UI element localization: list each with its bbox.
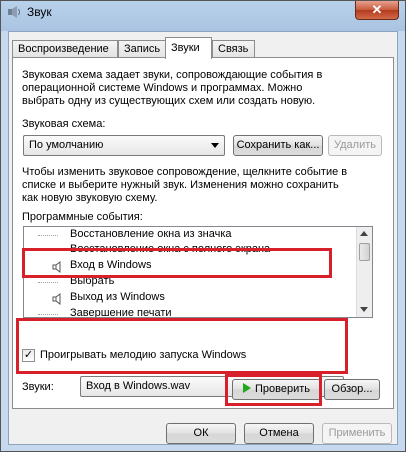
- scroll-down-arrow-icon[interactable]: [360, 307, 368, 312]
- list-item[interactable]: Восстановление окна с полного экрана: [24, 242, 356, 259]
- save-as-button[interactable]: Сохранить как...: [233, 135, 323, 156]
- ok-button[interactable]: ОК: [166, 423, 236, 444]
- scroll-up-arrow-icon[interactable]: [360, 231, 368, 236]
- list-item[interactable]: Выход из Windows: [24, 290, 356, 307]
- title-bar[interactable]: Звук ✕: [1, 1, 405, 25]
- events-hint-line-3: как новую звуковую схему.: [22, 192, 158, 204]
- tab-communications[interactable]: Связь: [212, 40, 255, 58]
- speaker-icon: [52, 261, 61, 273]
- sound-file-value: Вход в Windows.wav: [86, 380, 191, 392]
- scheme-select[interactable]: По умолчанию: [23, 135, 225, 156]
- program-events-list[interactable]: Восстановление окна из значка Восстановл…: [23, 226, 373, 318]
- browse-button[interactable]: Обзор...: [324, 379, 380, 400]
- test-button-label: Проверить: [254, 383, 310, 395]
- startup-sound-checkbox[interactable]: ✓: [22, 349, 35, 362]
- list-item-selected[interactable]: Вход в Windows: [24, 258, 356, 275]
- tab-sounds[interactable]: Звуки: [165, 37, 212, 59]
- speaker-icon: [52, 293, 61, 305]
- startup-sound-label: Проигрывать мелодию запуска Windows: [40, 349, 247, 361]
- sound-dialog: Звук ✕ Воспроизведение Запись Звуки Связ…: [0, 0, 406, 452]
- scheme-description-line-3: выбрать одну из существующих схем или со…: [22, 95, 316, 107]
- test-button[interactable]: Проверить: [232, 379, 321, 400]
- cancel-button[interactable]: Отмена: [244, 423, 314, 444]
- list-item[interactable]: Завершение печати: [24, 306, 356, 318]
- tree-connector: [38, 282, 58, 283]
- play-icon: [242, 383, 251, 393]
- sounds-label: Звуки:: [22, 381, 54, 393]
- list-scrollbar[interactable]: [356, 227, 372, 317]
- tree-connector: [38, 235, 58, 236]
- apply-button[interactable]: Применить: [322, 423, 392, 444]
- list-item-label: Выход из Windows: [70, 291, 165, 303]
- scheme-select-value: По умолчанию: [29, 139, 104, 151]
- scrollbar-thumb[interactable]: [359, 243, 370, 261]
- scheme-description-line-1: Звуковая схема задает звуки, сопровождаю…: [22, 69, 323, 81]
- list-item-label: Вход в Windows: [70, 259, 152, 271]
- scheme-label: Звуковая схема:: [22, 118, 106, 130]
- tree-connector: [38, 250, 58, 251]
- list-item-label: Восстановление окна с полного экрана: [70, 243, 271, 255]
- events-hint-line-2: списке и выберите нужный звук. Изменения…: [22, 179, 339, 191]
- dialog-client: Воспроизведение Запись Звуки Связь Звуко…: [8, 31, 398, 445]
- window-title: Звук: [27, 5, 52, 19]
- chevron-down-icon: [211, 143, 219, 148]
- events-hint-line-1: Чтобы изменить звуковое сопровождение, щ…: [22, 166, 348, 178]
- close-button[interactable]: ✕: [355, 1, 399, 20]
- program-events-label: Программные события:: [22, 211, 143, 223]
- delete-button[interactable]: Удалить: [328, 135, 382, 156]
- list-item-label: Выбрать: [70, 275, 115, 287]
- sounds-tab-panel: Звуковая схема задает звуки, сопровождаю…: [12, 57, 394, 409]
- tab-recording[interactable]: Запись: [118, 40, 166, 58]
- list-item-label: Восстановление окна из значка: [70, 228, 232, 240]
- speaker-icon: [8, 6, 20, 18]
- scheme-description-line-2: операционной системе Windows и программа…: [22, 82, 303, 94]
- list-item[interactable]: Выбрать: [24, 274, 356, 291]
- list-item-label: Завершение печати: [70, 307, 172, 318]
- tree-connector: [38, 314, 58, 315]
- tab-playback[interactable]: Воспроизведение: [12, 40, 118, 58]
